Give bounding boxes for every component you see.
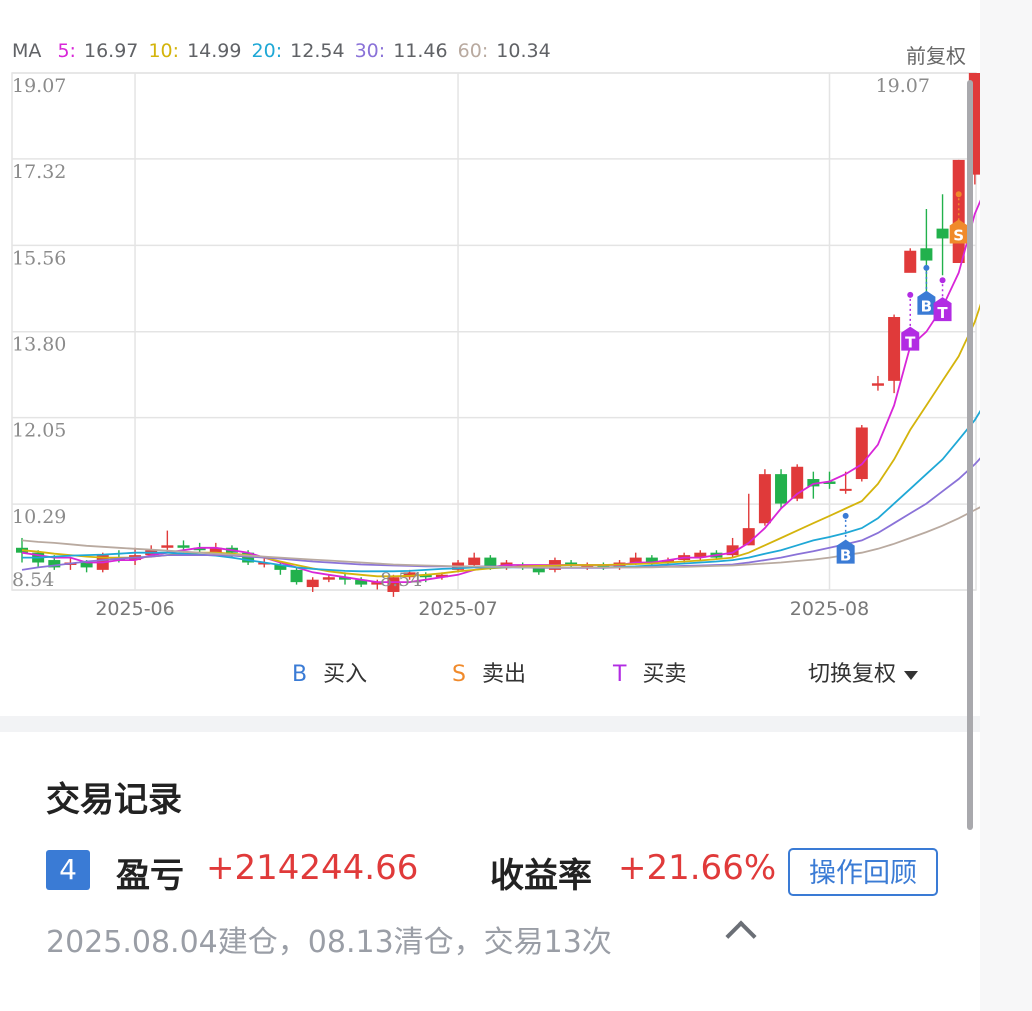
- trade-record-title: 交易记录: [46, 780, 182, 820]
- trade-marker-letter: B: [921, 298, 932, 316]
- candle-down: [920, 248, 933, 261]
- candle-down: [936, 228, 949, 239]
- marker-dot: [923, 264, 930, 271]
- legend-sell-key: S: [452, 662, 466, 687]
- review-button[interactable]: 操作回顾: [788, 848, 938, 896]
- legend-trade-label: 买卖: [642, 662, 687, 687]
- legend-buy: B 买入: [292, 656, 367, 688]
- return-label: 收益率: [490, 856, 592, 896]
- candle-up: [322, 577, 335, 580]
- x-tick-label: 2025-06: [95, 598, 174, 620]
- ma10-line: [21, 303, 980, 578]
- candle-up: [888, 317, 901, 381]
- trade-summary: 2025.08.04建仓，08.13清仓，交易13次: [46, 925, 612, 960]
- candle-down: [290, 569, 303, 583]
- legend-buy-label: 买入: [323, 662, 368, 687]
- legend-buy-key: B: [292, 662, 308, 687]
- marker-dot: [939, 277, 946, 284]
- trade-marker-letter: T: [905, 334, 916, 352]
- trade-marker-letter: S: [953, 227, 964, 245]
- kline-chart[interactable]: 19.07 17.32 15.56 13.80 12.05 10.29 8.54 2025-0…: [0, 0, 980, 630]
- candle-up: [161, 545, 174, 548]
- y-tick-label: 13.80: [12, 334, 66, 356]
- ma20-line: [22, 409, 980, 573]
- caret-down-icon: [904, 670, 919, 680]
- trade-marker-letter: B: [840, 547, 851, 565]
- pnl-label: 盈亏: [116, 856, 184, 896]
- legend-sell: S 卖出: [452, 656, 526, 688]
- y-tick-label: 8.54: [12, 569, 54, 591]
- min-price-label: 8.54: [380, 569, 422, 591]
- right-edge-panel: [980, 0, 1032, 1011]
- trade-marker-letter: T: [937, 304, 948, 322]
- max-price-label: 19.07: [876, 75, 930, 97]
- legend-trade: T 买卖: [613, 656, 686, 688]
- candle-up: [952, 159, 965, 264]
- chevron-up-icon[interactable]: [725, 920, 757, 952]
- chart-card: MA 5: 16.97 10: 14.99 20: 12.54 30: 11.4…: [0, 0, 980, 716]
- y-tick-label: 10.29: [12, 506, 66, 528]
- y-tick-label: 17.32: [12, 161, 66, 183]
- y-tick-label: 19.07: [12, 75, 66, 97]
- y-tick-label: 12.05: [12, 420, 66, 442]
- switch-adjust-dropdown[interactable]: 切换复权: [808, 656, 919, 688]
- legend-trade-key: T: [613, 662, 627, 687]
- candle-up: [855, 427, 868, 480]
- marker-dot: [955, 191, 962, 198]
- marker-dot: [907, 291, 914, 298]
- trade-count-badge: 4: [46, 850, 90, 890]
- x-tick-label: 2025-08: [790, 598, 869, 620]
- candle-down: [775, 474, 788, 504]
- scrollbar[interactable]: [967, 80, 973, 830]
- marker-dot: [842, 512, 849, 519]
- candle-up: [871, 383, 884, 386]
- candle-down: [177, 545, 190, 548]
- return-value: +21.66%: [618, 848, 777, 888]
- candle-up: [468, 557, 481, 565]
- switch-adjust-label: 切换复权: [808, 662, 897, 687]
- x-tick-label: 2025-07: [418, 598, 497, 620]
- candle-up: [306, 579, 319, 588]
- ma5-line: [21, 199, 980, 583]
- legend-sell-label: 卖出: [481, 662, 526, 687]
- candle-up: [839, 488, 852, 491]
- y-tick-label: 15.56: [12, 247, 66, 269]
- candle-up: [758, 474, 771, 524]
- candle-up: [904, 250, 917, 273]
- trade-record-card: 交易记录 4 盈亏 +214244.66 收益率 +21.66% 操作回顾 20…: [0, 732, 980, 1011]
- pnl-value: +214244.66: [206, 848, 419, 888]
